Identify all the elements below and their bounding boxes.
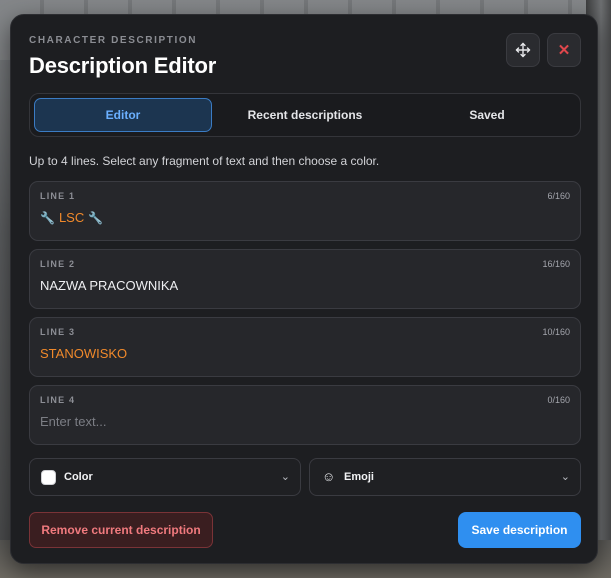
emoji-picker[interactable]: ☺ Emoji ⌄: [309, 458, 581, 496]
line-4-placeholder: Enter text...: [40, 414, 107, 429]
tab-saved[interactable]: Saved: [398, 98, 576, 132]
close-icon: ✕: [557, 41, 571, 59]
save-description-button[interactable]: Save description: [458, 512, 581, 548]
panel-subtitle: CHARACTER DESCRIPTION: [29, 35, 198, 46]
chevron-down-icon: ⌄: [280, 471, 290, 483]
color-picker[interactable]: Color ⌄: [29, 458, 301, 496]
line-2-label: LINE 2: [40, 259, 76, 269]
panel-title: Description Editor: [29, 53, 217, 78]
move-arrows-icon: [515, 42, 531, 58]
remove-description-button[interactable]: Remove current description: [29, 512, 213, 548]
emoji-picker-label: Emoji: [344, 471, 374, 483]
line-1-text: LSC: [58, 210, 85, 225]
color-picker-label: Color: [64, 471, 93, 483]
line-3-label: LINE 3: [40, 327, 76, 337]
line-4-counter: 0/160: [547, 395, 570, 405]
wrench-icon: 🔧: [88, 210, 104, 225]
wrench-icon: 🔧: [40, 210, 55, 225]
line-3-value[interactable]: STANOWISKO: [40, 346, 127, 361]
line-4-field[interactable]: LINE 4 0/160 Enter text...: [29, 385, 581, 445]
line-4-label: LINE 4: [40, 395, 76, 405]
close-button[interactable]: ✕: [547, 33, 581, 67]
tab-recent-descriptions[interactable]: Recent descriptions: [216, 98, 394, 132]
description-editor-panel: CHARACTER DESCRIPTION Description Editor…: [10, 14, 598, 564]
line-3-text: STANOWISKO: [40, 346, 128, 361]
line-2-counter: 16/160: [542, 259, 570, 269]
chevron-down-icon: ⌄: [560, 471, 570, 483]
tab-bar: Editor Recent descriptions Saved: [29, 93, 581, 137]
instructions-text: Up to 4 lines. Select any fragment of te…: [29, 154, 380, 168]
color-swatch: [41, 470, 56, 485]
line-3-field[interactable]: LINE 3 10/160 STANOWISKO: [29, 317, 581, 377]
line-1-field[interactable]: LINE 1 6/160 🔧 LSC 🔧: [29, 181, 581, 241]
line-3-counter: 10/160: [542, 327, 570, 337]
line-1-value[interactable]: 🔧 LSC 🔧: [40, 210, 103, 225]
line-1-label: LINE 1: [40, 191, 76, 201]
move-button[interactable]: [506, 33, 540, 67]
line-1-counter: 6/160: [547, 191, 570, 201]
smiley-icon: ☺: [322, 469, 336, 484]
line-2-field[interactable]: LINE 2 16/160 NAZWA PRACOWNIKA: [29, 249, 581, 309]
line-2-value[interactable]: NAZWA PRACOWNIKA: [40, 278, 178, 293]
line-2-text: NAZWA PRACOWNIKA: [40, 278, 179, 293]
line-4-value[interactable]: Enter text...: [40, 414, 106, 429]
tab-editor[interactable]: Editor: [34, 98, 212, 132]
